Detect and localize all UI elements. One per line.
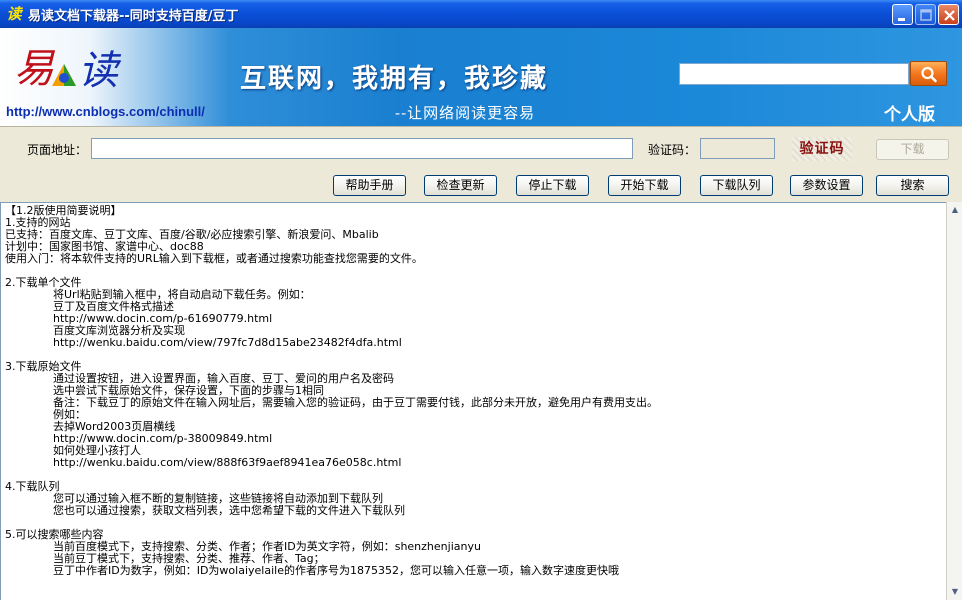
instruction-line: http://wenku.baidu.com/view/888f63f9aef8… bbox=[53, 456, 402, 469]
instruction-line bbox=[5, 349, 946, 361]
download-form: 页面地址： 验证码： 验证码 下载 帮助手册 检查更新 停止下载 开始下载 下载… bbox=[0, 126, 962, 202]
banner-search-button[interactable] bbox=[910, 61, 947, 86]
instruction-line: 豆丁中作者ID为数字，例如：ID为wolaiyelaile的作者序号为18753… bbox=[53, 564, 619, 577]
download-button[interactable]: 下载 bbox=[876, 139, 949, 160]
homepage-link[interactable]: http://www.cnblogs.com/chinull/ bbox=[6, 104, 205, 119]
sub-slogan: --让网络阅读更容易 bbox=[395, 104, 536, 122]
edition-label: 个人版 bbox=[884, 105, 935, 125]
close-button[interactable] bbox=[938, 4, 959, 25]
instruction-line bbox=[5, 469, 946, 481]
instruction-line: http://wenku.baidu.com/view/797fc7d8d15a… bbox=[53, 336, 402, 349]
help-button[interactable]: 帮助手册 bbox=[333, 175, 406, 196]
check-update-button[interactable]: 检查更新 bbox=[424, 175, 497, 196]
header-banner: 易 读 http://www.cnblogs.com/chinull/ 互联网，… bbox=[0, 28, 962, 126]
banner-search-input[interactable] bbox=[679, 63, 909, 85]
close-icon bbox=[944, 10, 955, 21]
minimize-icon bbox=[898, 18, 905, 21]
instruction-line: 【1.2版使用简要说明】 bbox=[5, 204, 122, 217]
url-label: 页面地址： bbox=[27, 143, 88, 157]
maximize-icon bbox=[920, 9, 932, 21]
instruction-line bbox=[5, 265, 946, 277]
title-bar[interactable]: 读 易读文档下载器--同时支持百度/豆丁 bbox=[0, 0, 962, 28]
captcha-image[interactable]: 验证码 bbox=[792, 137, 852, 161]
window-controls bbox=[892, 4, 959, 25]
instruction-line: 备注：下载豆丁的原始文件在输入网址后，需要输入您的验证码，由于豆丁需要付钱，此部… bbox=[53, 396, 658, 409]
slogan: 互联网，我拥有，我珍藏 bbox=[240, 64, 549, 94]
scroll-down-icon[interactable]: ▼ bbox=[947, 584, 962, 600]
captcha-label: 验证码： bbox=[648, 143, 697, 157]
download-queue-button[interactable]: 下载队列 bbox=[700, 175, 773, 196]
search-icon bbox=[921, 66, 937, 83]
vertical-scrollbar[interactable]: ▲ ▼ bbox=[946, 202, 962, 600]
minimize-button[interactable] bbox=[892, 4, 913, 25]
maximize-button[interactable] bbox=[915, 4, 936, 25]
search-button[interactable]: 搜索 bbox=[876, 175, 949, 196]
instruction-line: 使用入门：将本软件支持的URL输入到下载框，或者通过搜索功能查找您需要的文件。 bbox=[5, 252, 423, 265]
svg-text:易: 易 bbox=[14, 46, 56, 92]
app-icon: 读 bbox=[6, 5, 22, 23]
start-download-button[interactable]: 开始下载 bbox=[608, 175, 681, 196]
captcha-input[interactable] bbox=[700, 138, 775, 159]
url-input[interactable] bbox=[91, 138, 633, 159]
instruction-line: http://www.docin.com/p-38009849.html bbox=[53, 432, 273, 445]
svg-text:读: 读 bbox=[78, 48, 122, 94]
scroll-up-icon[interactable]: ▲ bbox=[947, 202, 962, 218]
stop-download-button[interactable]: 停止下载 bbox=[516, 175, 589, 196]
instructions-textarea[interactable]: 【1.2版使用简要说明】 1.支持的网站 已支持：百度文库、豆丁文库、百度/谷歌/必… bbox=[0, 202, 946, 600]
logo-icon: 易 读 bbox=[14, 46, 122, 94]
settings-button[interactable]: 参数设置 bbox=[790, 175, 863, 196]
instruction-line bbox=[5, 517, 946, 529]
instruction-line: 您也可以通过搜索，获取文档列表，选中您希望下载的文件进入下载队列 bbox=[53, 504, 405, 517]
window-title: 易读文档下载器--同时支持百度/豆丁 bbox=[28, 8, 239, 24]
